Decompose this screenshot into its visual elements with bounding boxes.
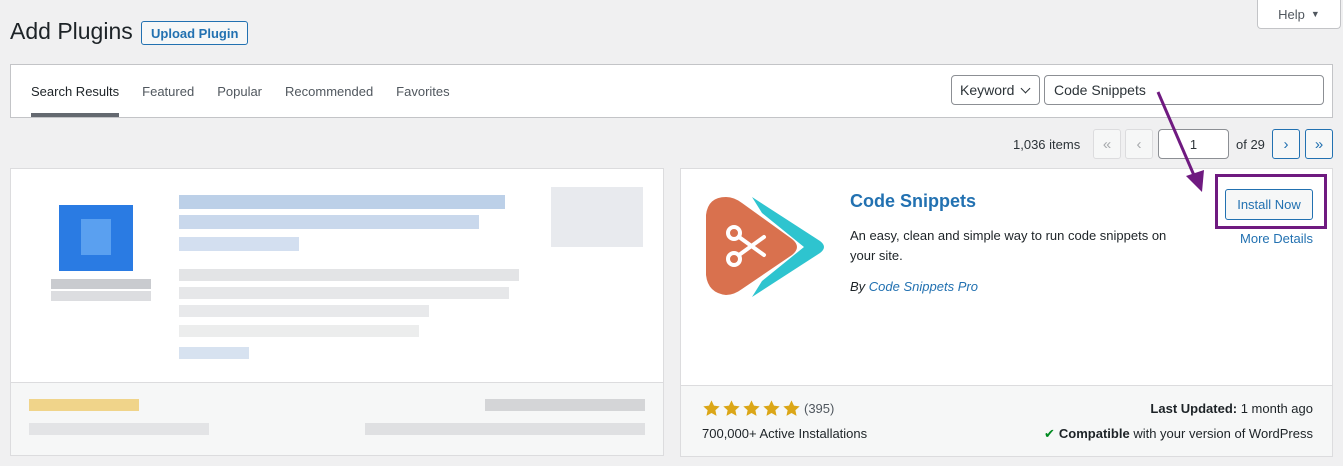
blurred-card-footer	[11, 382, 663, 455]
blurred-button	[551, 187, 643, 247]
first-page-button[interactable]: «	[1093, 129, 1121, 159]
compatible-text: with your version of WordPress	[1133, 426, 1313, 441]
blurred-text	[179, 269, 519, 281]
blurred-stars	[29, 399, 139, 411]
blurred-title	[179, 195, 505, 209]
chevron-down-icon	[1021, 83, 1031, 93]
tab-featured[interactable]: Featured	[142, 65, 194, 117]
blurred-text	[51, 279, 151, 289]
help-tab[interactable]: Help ▼	[1257, 0, 1341, 29]
blurred-text	[51, 291, 151, 301]
filter-bar: Search Results Featured Popular Recommen…	[10, 64, 1333, 118]
blurred-text	[179, 287, 509, 299]
blurred-title	[179, 237, 299, 251]
tab-favorites[interactable]: Favorites	[396, 65, 449, 117]
compatible-label: Compatible	[1058, 426, 1130, 441]
tab-search-results[interactable]: Search Results	[31, 65, 120, 117]
star-filled-icon	[743, 400, 760, 416]
total-pages: of 29	[1236, 137, 1265, 152]
star-filled-icon	[763, 400, 780, 416]
last-updated-label: Last Updated:	[1150, 401, 1238, 416]
search-type-value: Keyword	[960, 82, 1015, 98]
tab-popular[interactable]: Popular	[217, 65, 262, 117]
code-snippets-logo-icon[interactable]	[702, 189, 832, 299]
rating-count: (395)	[804, 401, 835, 416]
page-title: Add Plugins	[10, 18, 133, 44]
star-filled-icon	[783, 400, 800, 416]
author-link[interactable]: Code Snippets Pro	[869, 279, 978, 294]
blurred-text	[29, 423, 209, 435]
star-filled-icon	[703, 400, 720, 416]
rating-stars	[702, 399, 801, 418]
blurred-text	[179, 347, 249, 359]
blurred-text	[365, 423, 645, 435]
blurred-text	[179, 325, 419, 337]
plugin-author: By Code Snippets Pro	[850, 279, 978, 294]
install-now-button[interactable]: Install Now	[1225, 189, 1313, 220]
upload-plugin-button[interactable]: Upload Plugin	[141, 21, 249, 45]
plugin-description: An easy, clean and simple way to run cod…	[850, 228, 1167, 263]
items-count: 1,036 items	[1013, 137, 1081, 152]
blurred-title	[179, 215, 479, 229]
search-input-value: Code Snippets	[1054, 82, 1146, 98]
tab-recommended[interactable]: Recommended	[285, 65, 373, 117]
next-page-button[interactable]: ›	[1272, 129, 1300, 159]
plugin-tabs: Search Results Featured Popular Recommen…	[31, 65, 473, 117]
author-by-label: By	[850, 279, 866, 294]
search-type-select[interactable]: Keyword	[951, 75, 1040, 105]
blurred-text	[485, 399, 645, 411]
plugin-card-footer: (395) 700,000+ Active Installations Last…	[681, 385, 1332, 456]
help-label: Help	[1278, 6, 1305, 22]
caret-down-icon: ▼	[1310, 9, 1320, 19]
blurred-text	[179, 305, 429, 317]
last-page-button[interactable]: »	[1305, 129, 1333, 159]
plugin-card-code-snippets: Code Snippets An easy, clean and simple …	[680, 168, 1333, 457]
star-filled-icon	[723, 400, 740, 416]
blurred-icon-detail	[81, 219, 111, 255]
compatibility-status: ✔ Compatible with your version of WordPre…	[1044, 426, 1313, 442]
last-updated-value: 1 month ago	[1240, 401, 1313, 416]
annotation-arrow-icon	[1156, 91, 1204, 192]
more-details-link[interactable]: More Details	[1240, 231, 1313, 246]
blurred-plugin-card	[10, 168, 664, 456]
last-updated: Last Updated: 1 month ago	[1150, 401, 1313, 416]
prev-page-button[interactable]: ‹	[1125, 129, 1153, 159]
plugin-name-link[interactable]: Code Snippets	[850, 191, 976, 212]
checkmark-icon: ✔	[1044, 426, 1055, 441]
active-installs: 700,000+ Active Installations	[702, 426, 868, 441]
